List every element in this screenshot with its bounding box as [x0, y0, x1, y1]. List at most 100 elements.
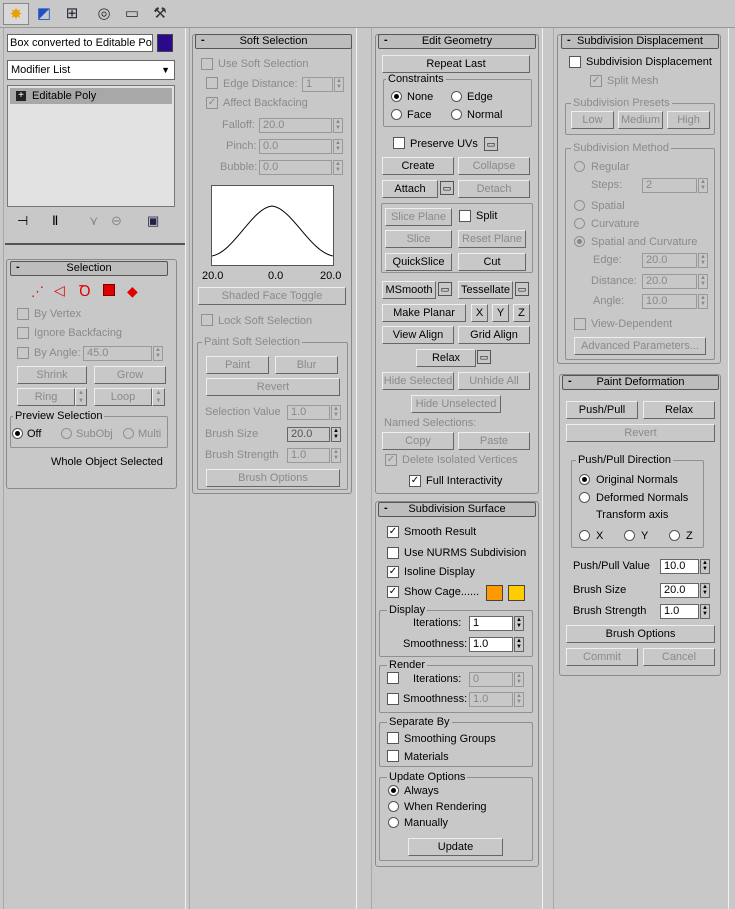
attach-settings-icon[interactable]: ▭	[440, 181, 454, 195]
tessellate-settings-icon[interactable]: ▭	[515, 282, 529, 296]
spinner-arrows-icon[interactable]: ▲ ▼	[331, 405, 341, 420]
selection-rollout-header[interactable]: - Selection	[10, 261, 168, 276]
distance-value[interactable]: 20.0	[642, 274, 697, 289]
isoline-display-checkbox[interactable]: ✓	[387, 566, 399, 578]
preset-low-button[interactable]: Low	[571, 111, 614, 129]
remove-modifier-icon[interactable]: ⊖	[111, 213, 122, 229]
spinner-arrows-icon[interactable]: ▲ ▼	[333, 160, 343, 175]
configure-sets-icon[interactable]: ▣	[147, 213, 159, 229]
cage-color-swatch-2[interactable]	[508, 585, 525, 601]
axis-y-radio[interactable]	[624, 530, 635, 541]
display-smoothness-spinner[interactable]: 1.0 ▲ ▼	[469, 637, 524, 652]
loop-spinner-icon[interactable]: ▲ ▼	[152, 388, 165, 406]
pin-stack-icon[interactable]: ⊣	[17, 213, 28, 229]
brush-size-value[interactable]: 20.0	[287, 427, 330, 442]
repeat-last-button[interactable]: Repeat Last	[382, 55, 530, 73]
ring-spinner-icon[interactable]: ▲ ▼	[75, 388, 87, 406]
axis-z-radio[interactable]	[669, 530, 680, 541]
cancel-button[interactable]: Cancel	[643, 648, 715, 666]
edge-spinner[interactable]: 20.0 ▲ ▼	[642, 253, 708, 268]
ring-button[interactable]: Ring	[17, 388, 75, 406]
hide-selected-button[interactable]: Hide Selected	[382, 372, 454, 390]
method-curvature-radio[interactable]	[574, 218, 585, 229]
spinner-arrows-icon[interactable]: ▲ ▼	[153, 346, 163, 361]
quickslice-button[interactable]: QuickSlice	[385, 253, 452, 271]
msmooth-settings-icon[interactable]: ▭	[438, 282, 452, 296]
split-mesh-checkbox[interactable]: ✓	[590, 75, 602, 87]
falloff-value[interactable]: 20.0	[259, 118, 332, 133]
smooth-result-checkbox[interactable]: ✓	[387, 526, 399, 538]
cut-button[interactable]: Cut	[458, 253, 526, 271]
constraint-face-radio[interactable]	[391, 109, 402, 120]
edge-value[interactable]: 20.0	[642, 253, 697, 268]
materials-checkbox[interactable]	[387, 750, 399, 762]
slice-plane-button[interactable]: Slice Plane	[385, 208, 452, 226]
spinner-arrows-icon[interactable]: ▲ ▼	[698, 253, 708, 268]
method-spatial-curvature-radio[interactable]	[574, 236, 585, 247]
tessellate-button[interactable]: Tessellate	[458, 281, 513, 299]
modify-icon[interactable]: ◩	[31, 3, 57, 25]
display-iterations-value[interactable]: 1	[469, 616, 513, 631]
subdivision-displacement-checkbox[interactable]	[569, 56, 581, 68]
relax-button[interactable]: Relax	[416, 349, 476, 367]
spinner-arrows-icon[interactable]: ▲ ▼	[698, 294, 708, 309]
axis-x-radio[interactable]	[579, 530, 590, 541]
push-pull-value-value[interactable]: 10.0	[660, 559, 699, 574]
stack-item-editable-poly[interactable]: + Editable Poly	[10, 88, 172, 104]
render-smoothness-checkbox[interactable]	[387, 693, 399, 705]
preset-high-button[interactable]: High	[667, 111, 710, 129]
subdivision-displacement-header[interactable]: - Subdivision Displacement	[561, 34, 719, 49]
paint-brush-strength-spinner[interactable]: 1.0 ▲ ▼	[660, 604, 710, 619]
deformed-normals-radio[interactable]	[579, 492, 590, 503]
update-always-radio[interactable]	[388, 785, 399, 796]
distance-spinner[interactable]: 20.0 ▲ ▼	[642, 274, 708, 289]
view-align-button[interactable]: View Align	[382, 326, 454, 344]
spinner-arrows-icon[interactable]: ▲ ▼	[700, 604, 710, 619]
by-angle-value[interactable]: 45.0	[83, 346, 152, 361]
push-pull-value-spinner[interactable]: 10.0 ▲ ▼	[660, 559, 710, 574]
display-iterations-spinner[interactable]: 1 ▲ ▼	[469, 616, 524, 631]
revert-button[interactable]: Revert	[206, 378, 340, 396]
shaded-face-toggle-button[interactable]: Shaded Face Toggle	[198, 287, 346, 305]
spinner-arrows-icon[interactable]: ▲ ▼	[514, 672, 524, 687]
by-vertex-checkbox[interactable]	[17, 308, 29, 320]
border-mode-icon[interactable]: Ꝺ	[79, 281, 91, 301]
show-end-result-icon[interactable]: Ⅱ	[52, 213, 58, 229]
cage-color-swatch-1[interactable]	[486, 585, 503, 601]
affect-backfacing-checkbox[interactable]: ✓	[206, 97, 218, 109]
falloff-spinner[interactable]: 20.0 ▲ ▼	[259, 118, 343, 133]
method-regular-radio[interactable]	[574, 161, 585, 172]
display-icon[interactable]: ▭	[119, 3, 145, 25]
msmooth-button[interactable]: MSmooth	[382, 281, 436, 299]
constraint-normal-radio[interactable]	[451, 109, 462, 120]
unhide-all-button[interactable]: Unhide All	[458, 372, 530, 390]
spinner-arrows-icon[interactable]: ▲ ▼	[698, 274, 708, 289]
commit-button[interactable]: Commit	[566, 648, 638, 666]
lock-soft-selection-checkbox[interactable]	[201, 314, 213, 326]
spinner-arrows-icon[interactable]: ▲ ▼	[514, 692, 524, 707]
make-planar-button[interactable]: Make Planar	[382, 304, 466, 322]
reset-plane-button[interactable]: Reset Plane	[458, 230, 526, 248]
paint-brush-strength-value[interactable]: 1.0	[660, 604, 699, 619]
paint-brush-size-value[interactable]: 20.0	[660, 583, 699, 598]
steps-spinner[interactable]: 2 ▲ ▼	[642, 178, 708, 193]
spinner-arrows-icon[interactable]: ▲ ▼	[514, 637, 524, 652]
relax-settings-icon[interactable]: ▭	[477, 350, 491, 364]
push-pull-button[interactable]: Push/Pull	[566, 401, 638, 419]
render-iterations-spinner[interactable]: 0 ▲ ▼	[469, 672, 524, 687]
preserve-uvs-checkbox[interactable]	[393, 137, 405, 149]
preview-off-radio[interactable]	[12, 428, 23, 439]
selection-value-value[interactable]: 1.0	[287, 405, 330, 420]
spinner-arrows-icon[interactable]: ▲ ▼	[700, 559, 710, 574]
preset-medium-button[interactable]: Medium	[618, 111, 663, 129]
blur-button[interactable]: Blur	[275, 356, 338, 374]
by-angle-spinner[interactable]: 45.0 ▲ ▼	[83, 346, 163, 361]
create-button[interactable]: Create	[382, 157, 454, 175]
spinner-arrows-icon[interactable]: ▲ ▼	[331, 427, 341, 442]
paint-brush-size-spinner[interactable]: 20.0 ▲ ▼	[660, 583, 710, 598]
spinner-arrows-icon[interactable]: ▲ ▼	[333, 139, 343, 154]
modifier-stack[interactable]: + Editable Poly	[7, 85, 175, 207]
preserve-uvs-settings-icon[interactable]: ▭	[484, 137, 498, 151]
preview-multi-radio[interactable]	[123, 428, 134, 439]
pinch-spinner[interactable]: 0.0 ▲ ▼	[259, 139, 343, 154]
